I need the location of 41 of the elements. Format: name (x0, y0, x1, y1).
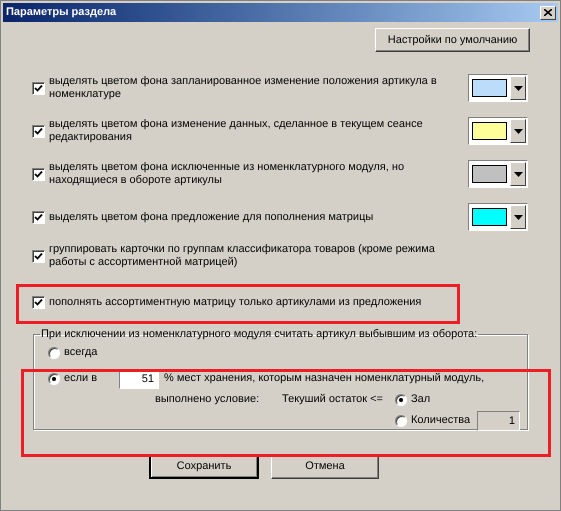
caret-icon (514, 214, 522, 220)
caret-icon (514, 128, 522, 134)
close-icon (544, 9, 552, 16)
caret-icon (514, 172, 522, 176)
dropdown-button[interactable] (510, 76, 526, 100)
group-title: При исключении из номенклатурного модуля считать артикул выбывшим из оборота: (40, 327, 478, 342)
option-label: пополнять ассортиментную матрицу только артикулами из предложения (49, 296, 422, 308)
condition-label: выполнено условие: (155, 392, 260, 408)
radio-label: Количества (411, 413, 472, 428)
close-button[interactable] (540, 6, 556, 20)
checkbox[interactable] (32, 296, 45, 308)
color-picker[interactable] (468, 74, 528, 102)
window-title: Параметры раздела (6, 5, 116, 20)
radio-label: всегда (64, 345, 98, 360)
defaults-button[interactable]: Настройки по умолчанию (375, 28, 530, 52)
option-label: выделять цветом фона изменение данных, сделанное в текущем сеансе редактирования (49, 118, 424, 144)
radio-button[interactable] (395, 414, 407, 426)
caret-icon (514, 86, 522, 90)
radio-button[interactable] (48, 346, 60, 358)
option-label: выделять цветом фона исключенные из номенклатурного модуля, но находящиеся в обороте артикулы (49, 161, 406, 187)
checkbox[interactable] (32, 210, 45, 224)
option-label: группировать карточки по группам классификатора товаров (кроме режима работы с ассортиментной матрицей) (49, 243, 436, 269)
color-picker[interactable] (468, 160, 528, 188)
radio-label: если в (64, 371, 98, 386)
option-label: выделять цветом фона запланированное изменение положения артикула в номенклатуре (49, 75, 438, 101)
stock-label: Текуший остаток <= (282, 392, 384, 408)
radio-button[interactable] (48, 372, 60, 384)
percent-text: % мест хранения, которым назначен номенклатурный модуль, (164, 371, 484, 386)
checkbox[interactable] (32, 82, 45, 94)
dropdown-button[interactable] (510, 162, 526, 186)
color-picker[interactable] (468, 203, 528, 231)
checkbox[interactable] (32, 250, 45, 262)
checkbox[interactable] (32, 168, 45, 180)
color-picker[interactable] (468, 117, 528, 145)
radio-label: Зал (411, 392, 430, 408)
radio-button[interactable] (395, 394, 407, 406)
checkbox[interactable] (32, 124, 45, 138)
option-label: выделять цветом фона предложение для пополнения матрицы (49, 210, 374, 224)
quantity-field[interactable]: 1 (477, 410, 520, 430)
dropdown-button[interactable] (510, 119, 526, 143)
dropdown-button[interactable] (510, 205, 526, 229)
